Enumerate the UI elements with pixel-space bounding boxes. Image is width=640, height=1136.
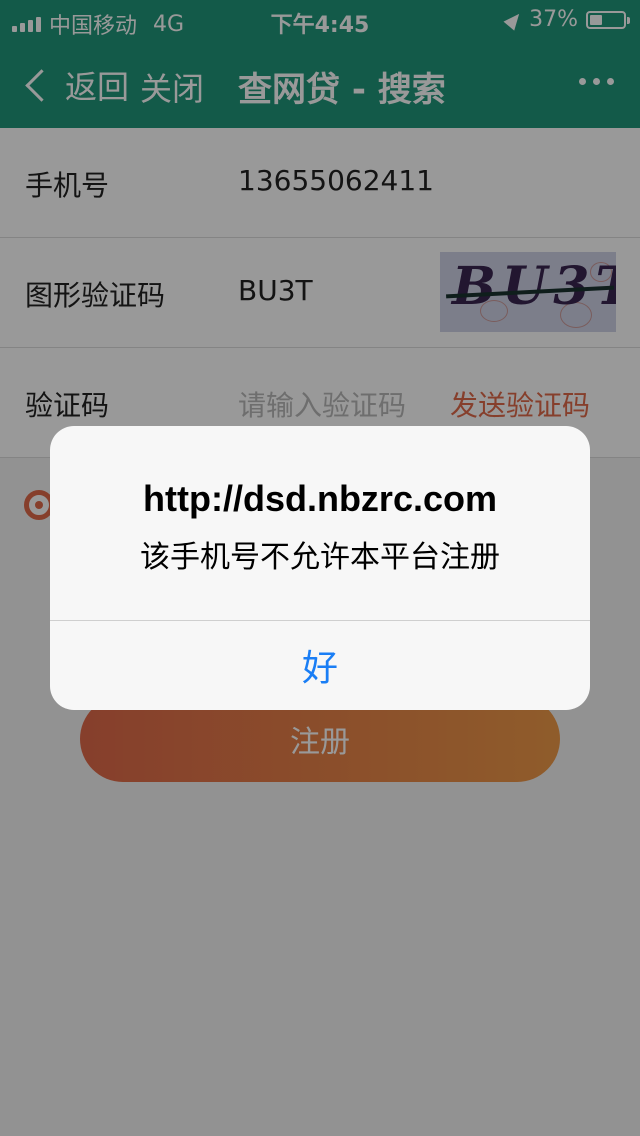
alert-dialog: http://dsd.nbzrc.com 该手机号不允许本平台注册 好 (50, 426, 590, 710)
app-screen: 中国移动 4G 下午4:45 37% 返回 关闭 查网贷 - 搜索 手机号 13… (0, 0, 640, 1136)
alert-title: http://dsd.nbzrc.com (143, 478, 497, 519)
alert-message: 该手机号不允许本平台注册 (140, 540, 500, 575)
alert-ok-button[interactable]: 好 (50, 620, 590, 710)
